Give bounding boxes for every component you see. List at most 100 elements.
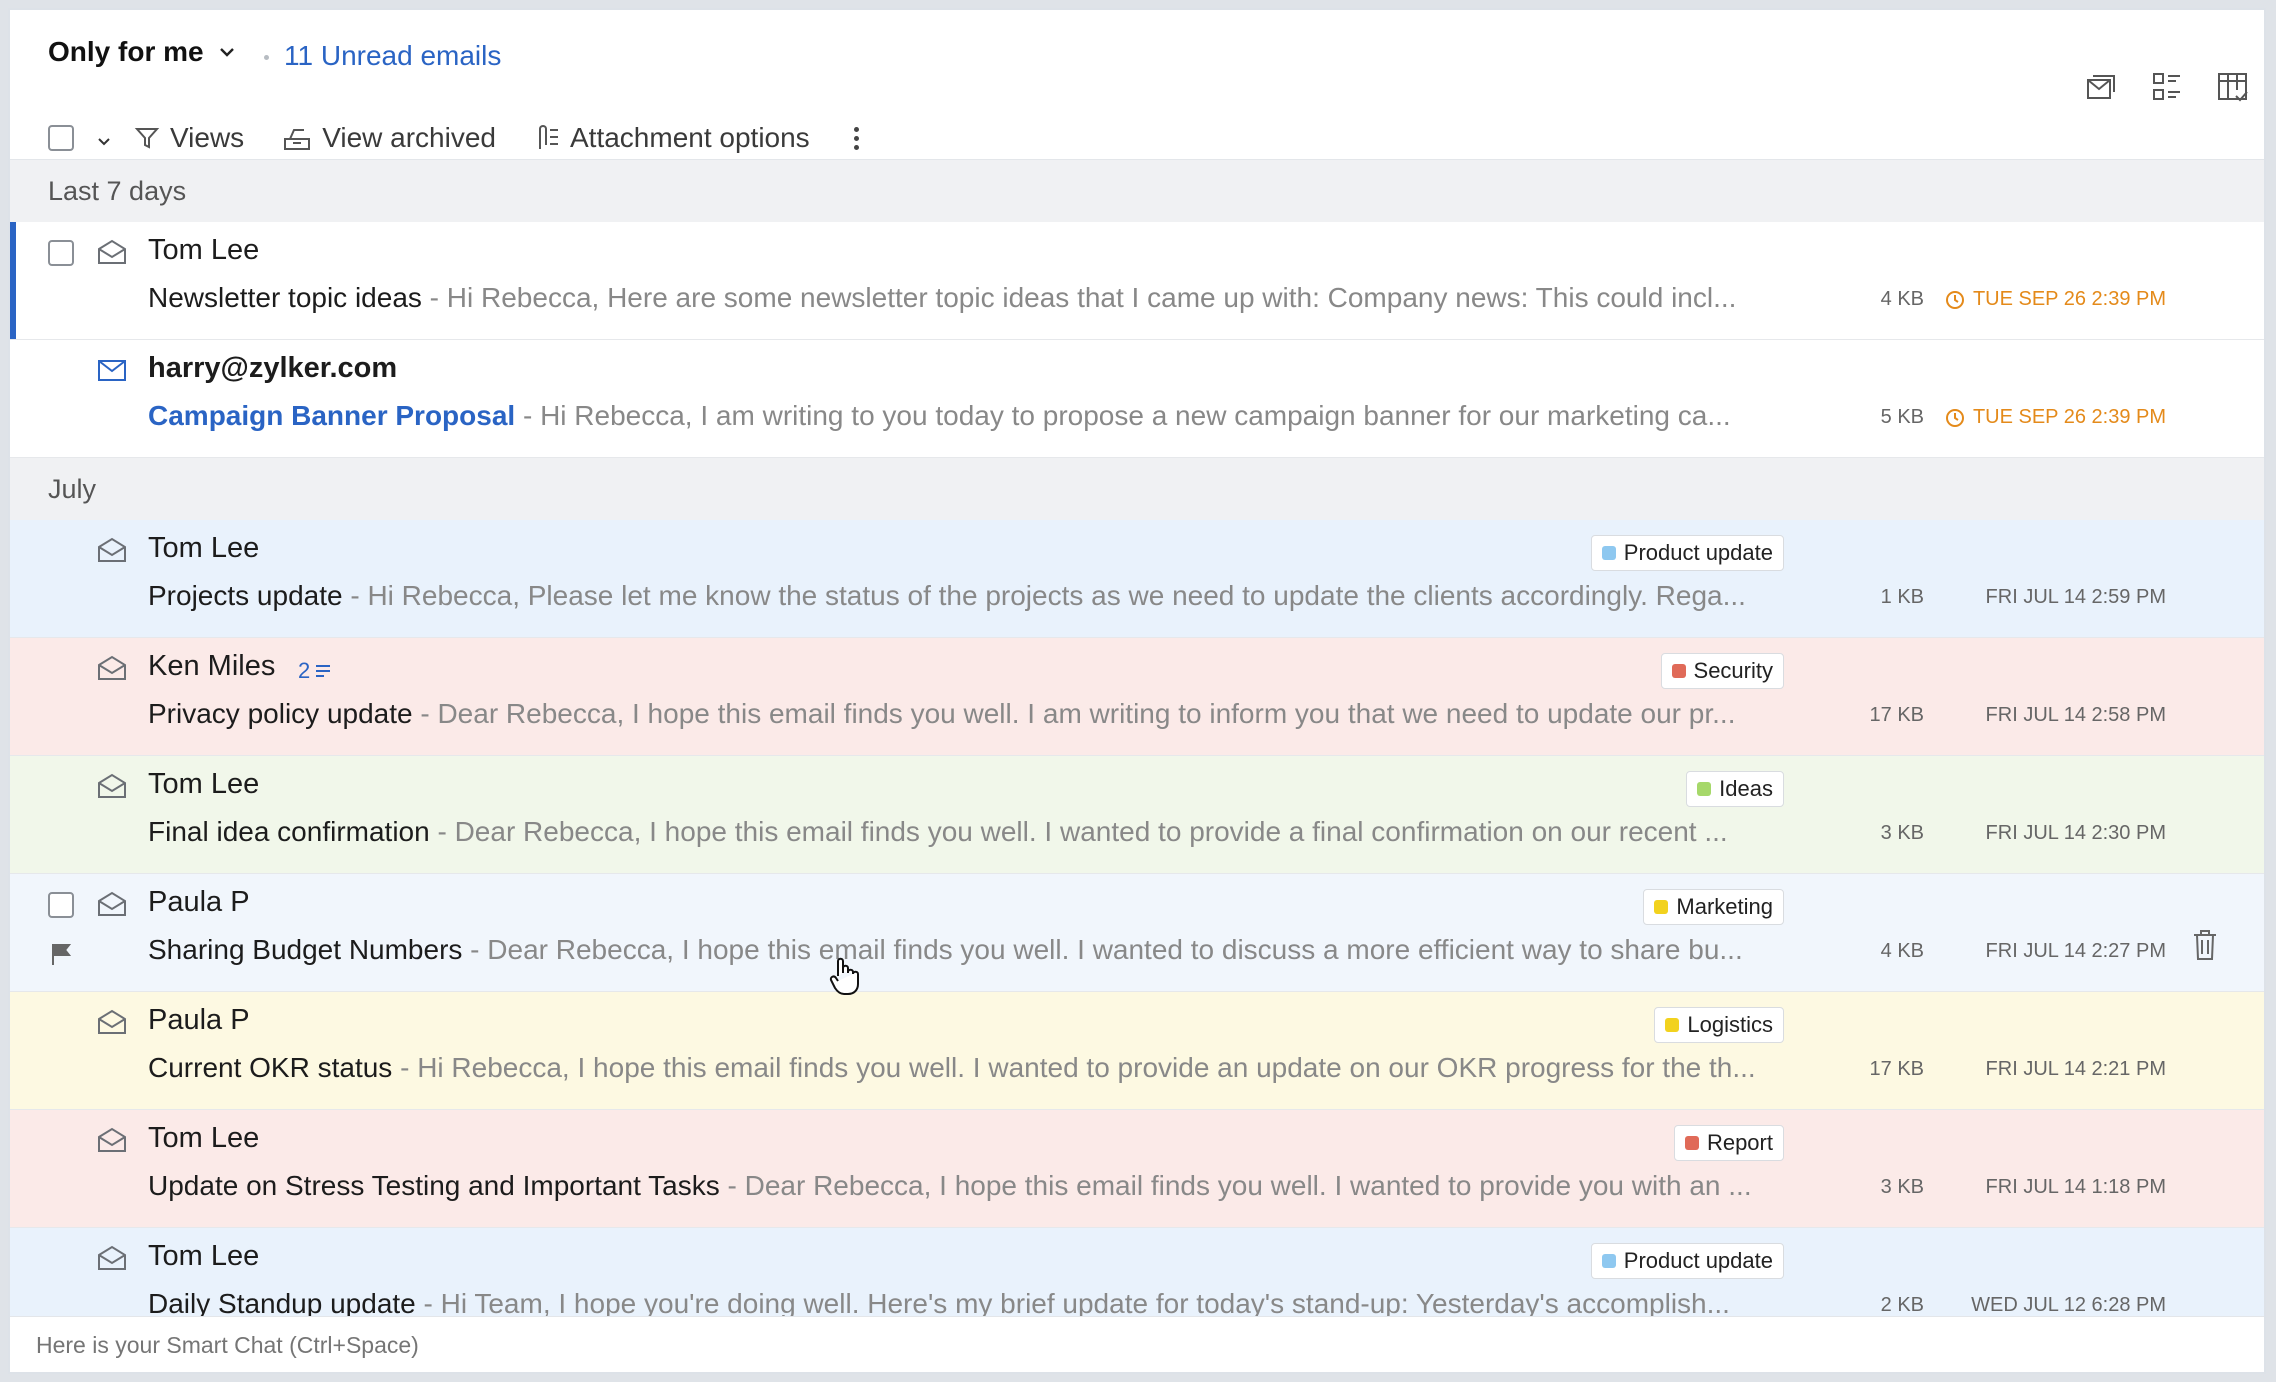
sender-name: Ken Miles <box>148 650 276 682</box>
email-preview: - Hi Rebecca, I hope this email finds yo… <box>392 1052 1756 1083</box>
email-preview: - Dear Rebecca, I hope this email finds … <box>462 934 1743 965</box>
thread-count: 2 <box>298 658 311 683</box>
email-row[interactable]: Tom Lee Ideas Final idea confirmation - … <box>10 756 2264 874</box>
column-settings-icon[interactable] <box>2216 70 2250 104</box>
smart-chat-input[interactable] <box>10 1316 2264 1372</box>
tag-label: Product update <box>1623 1248 1773 1273</box>
filter-label: Only for me <box>48 36 204 67</box>
views-button[interactable]: Views <box>134 122 244 154</box>
label-tag[interactable]: Logistics <box>1654 1007 1784 1043</box>
email-date-text: TUE SEP 26 2:39 PM <box>1972 288 2166 310</box>
mail-list-pane: Only for me 11 Unread emails Views View … <box>8 8 2266 1374</box>
view-archived-button[interactable]: View archived <box>282 122 496 154</box>
flag-icon[interactable] <box>50 942 72 966</box>
email-size: 3 KB <box>1880 822 1924 844</box>
email-summary: Privacy policy update - Dear Rebecca, I … <box>148 698 1798 730</box>
list-view-icon[interactable] <box>2150 70 2184 104</box>
separator-dot <box>264 55 269 60</box>
email-size: 4 KB <box>1880 288 1924 310</box>
sender-name: Tom Lee <box>148 532 260 564</box>
email-subject: Final idea confirmation <box>148 816 430 847</box>
email-row[interactable]: Tom Lee Newsletter topic ideas - Hi Rebe… <box>10 222 2264 340</box>
tag-label: Logistics <box>1687 1012 1773 1037</box>
filter-dropdown[interactable]: Only for me <box>48 36 236 68</box>
tag-label: Ideas <box>1719 776 1773 801</box>
email-subject: Current OKR status <box>148 1052 393 1083</box>
select-options-chevron-icon[interactable] <box>96 122 112 154</box>
email-preview: - Dear Rebecca, I hope this email finds … <box>719 1170 1752 1201</box>
tag-color-swatch <box>1601 546 1616 560</box>
envelope-open-icon <box>96 654 130 684</box>
group-header: July <box>10 458 2264 520</box>
envelope-open-icon <box>96 238 130 268</box>
email-size: 17 KB <box>1869 704 1924 726</box>
label-tag[interactable]: Marketing <box>1643 889 1784 925</box>
email-preview: - Dear Rebecca, I hope this email finds … <box>429 816 1728 847</box>
email-row[interactable]: Ken Miles 2 Security Privacy policy upda… <box>10 638 2264 756</box>
tag-label: Marketing <box>1676 894 1773 919</box>
chevron-down-icon <box>218 41 236 64</box>
delete-icon[interactable] <box>2190 928 2220 962</box>
unread-emails-link[interactable]: 11 Unread emails <box>284 40 501 72</box>
email-row[interactable]: Tom Lee Report Update on Stress Testing … <box>10 1110 2264 1228</box>
email-date: FRI JUL 14 2:27 PM <box>1985 940 2166 962</box>
email-size: 17 KB <box>1869 1058 1924 1080</box>
archive-icon <box>284 129 311 150</box>
list-header: Only for me 11 Unread emails Views View … <box>10 10 2264 160</box>
email-subject: Privacy policy update <box>148 698 413 729</box>
email-summary: Newsletter topic ideas - Hi Rebecca, Her… <box>148 282 1798 314</box>
label-tag[interactable]: Security <box>1660 653 1784 689</box>
email-row[interactable]: Tom Lee Product update Daily Standup upd… <box>10 1228 2264 1322</box>
view-switcher <box>2084 70 2250 104</box>
row-checkbox[interactable] <box>48 240 74 266</box>
label-tag[interactable]: Product update <box>1590 1243 1784 1279</box>
email-preview: - Hi Team, I hope you're doing well. Her… <box>415 1288 1730 1319</box>
tag-label: Product update <box>1623 540 1773 565</box>
email-size: 4 KB <box>1880 940 1924 962</box>
label-tag[interactable]: Ideas <box>1686 771 1784 807</box>
attachment-options-label: Attachment options <box>569 122 810 153</box>
select-all-checkbox[interactable] <box>48 125 74 151</box>
conversation-view-icon[interactable] <box>2084 70 2118 104</box>
email-summary: Final idea confirmation - Dear Rebecca, … <box>148 816 1798 848</box>
label-tag[interactable]: Product update <box>1590 535 1784 571</box>
sender-name: Tom Lee <box>148 234 260 266</box>
email-subject: Projects update <box>148 580 343 611</box>
email-subject: Daily Standup update <box>148 1288 416 1319</box>
email-preview: - Hi Rebecca, I am writing to you today … <box>515 400 1731 431</box>
attachment-options-button[interactable]: Attachment options <box>534 122 810 154</box>
envelope-open-icon <box>96 1126 130 1156</box>
email-list: Last 7 days Tom Lee Newsletter topic ide… <box>10 160 2264 1322</box>
email-date: TUE SEP 26 2:39 PM <box>1945 406 2166 429</box>
email-summary: Projects update - Hi Rebecca, Please let… <box>148 580 1798 612</box>
tag-color-swatch <box>1654 900 1669 914</box>
views-label: Views <box>170 122 245 153</box>
email-row[interactable]: Paula P Logistics Current OKR status - H… <box>10 992 2264 1110</box>
email-row[interactable]: Paula P Marketing Sharing Budget Numbers… <box>10 874 2264 992</box>
email-date: TUE SEP 26 2:39 PM <box>1945 288 2166 311</box>
envelope-open-icon <box>96 536 130 566</box>
label-tag[interactable]: Report <box>1673 1125 1784 1161</box>
more-options-icon[interactable] <box>853 126 859 150</box>
email-size: 1 KB <box>1880 586 1924 608</box>
email-date-text: TUE SEP 26 2:39 PM <box>1972 406 2166 428</box>
row-checkbox[interactable] <box>48 892 74 918</box>
tag-color-swatch <box>1684 1136 1699 1150</box>
attachment-icon <box>538 125 558 149</box>
thread-lines-icon <box>316 665 331 677</box>
email-summary: Sharing Budget Numbers - Dear Rebecca, I… <box>148 934 1798 966</box>
email-size: 5 KB <box>1880 406 1924 428</box>
tag-label: Report <box>1706 1130 1773 1155</box>
sender-name: Tom Lee <box>148 1240 260 1272</box>
thread-count-badge[interactable]: 2 <box>298 658 332 684</box>
email-preview: - Dear Rebecca, I hope this email finds … <box>412 698 1736 729</box>
email-date: FRI JUL 14 1:18 PM <box>1985 1176 2166 1198</box>
email-row[interactable]: harry@zylker.com Campaign Banner Proposa… <box>10 340 2264 458</box>
email-row[interactable]: Tom Lee Product update Projects update -… <box>10 520 2264 638</box>
email-date: FRI JUL 14 2:58 PM <box>1985 704 2166 726</box>
email-subject: Campaign Banner Proposal <box>148 400 516 431</box>
filter-icon <box>134 128 160 149</box>
email-size: 3 KB <box>1880 1176 1924 1198</box>
clock-icon <box>1945 290 1964 309</box>
sender-name: Tom Lee <box>148 768 260 800</box>
